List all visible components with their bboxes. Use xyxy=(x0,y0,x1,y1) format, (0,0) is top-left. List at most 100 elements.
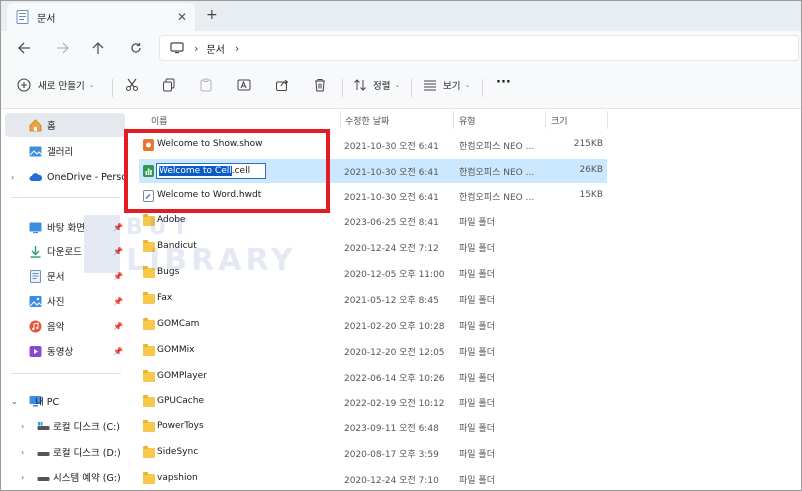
column-divider[interactable] xyxy=(545,111,546,129)
new-tab-button[interactable]: + xyxy=(206,7,218,23)
sidebar-item-label: 시스템 예약 (G:) xyxy=(53,473,121,484)
divider xyxy=(342,79,343,97)
file-name: vapshion xyxy=(157,473,198,483)
sidebar-item-onedrive[interactable]: › OneDrive - Person xyxy=(5,165,125,189)
onedrive-icon xyxy=(29,171,43,184)
sidebar-item-label: 로컬 디스크 (D:) xyxy=(53,448,121,459)
chevron-right-icon[interactable]: › xyxy=(21,422,24,431)
back-button[interactable] xyxy=(15,39,33,57)
chevron-right-icon[interactable]: › xyxy=(11,173,14,182)
pictures-icon xyxy=(29,295,42,308)
rename-input[interactable]: Welcome to Cell .cell xyxy=(156,163,266,179)
chevron-right-icon[interactable]: › xyxy=(21,448,24,457)
folder-row[interactable]: SideSync 2020-08-17 오후 3:59 파일 폴더 xyxy=(139,441,607,465)
file-row-cell[interactable]: Welcome to Cell .cell 2021-10-30 오전 6:41 … xyxy=(139,159,607,183)
column-header-date[interactable]: 수정한 날짜 xyxy=(345,111,389,129)
pin-icon[interactable]: 📌 xyxy=(113,272,123,281)
sidebar-item-this-pc[interactable]: ⌄ 내 PC xyxy=(5,389,125,413)
refresh-button[interactable] xyxy=(127,39,145,57)
file-date: 2022-06-14 오후 10:26 xyxy=(344,374,445,384)
column-divider[interactable] xyxy=(340,111,341,129)
monitor-icon xyxy=(170,42,184,54)
file-type: 파일 폴더 xyxy=(459,218,495,228)
sidebar-item-drive-g[interactable]: › 시스템 예약 (G:) xyxy=(5,465,125,489)
file-row-word[interactable]: Welcome to Word.hwdt 2021-10-30 오전 6:41 … xyxy=(139,184,607,208)
folder-row[interactable]: GPUCache 2022-02-19 오전 10:12 파일 폴더 xyxy=(139,390,607,414)
delete-button[interactable] xyxy=(313,78,327,92)
tab-documents[interactable]: 문서 ✕ xyxy=(7,3,195,31)
chevron-right-icon[interactable]: › xyxy=(21,473,24,482)
copy-button[interactable] xyxy=(162,78,176,92)
sidebar-item-gallery[interactable]: 갤러리 xyxy=(5,139,125,163)
file-date: 2023-06-25 오전 8:41 xyxy=(344,218,439,228)
documents-icon xyxy=(29,269,42,283)
new-button[interactable]: 새로 만들기 ⌄ xyxy=(17,78,95,92)
folder-row[interactable]: GOMMix 2020-12-20 오전 12:05 파일 폴더 xyxy=(139,339,607,363)
divider xyxy=(411,79,412,97)
column-divider[interactable] xyxy=(607,111,608,129)
up-button[interactable] xyxy=(89,39,107,57)
divider xyxy=(112,79,113,97)
share-button[interactable] xyxy=(275,78,289,92)
more-options-icon[interactable]: ··· xyxy=(496,75,511,90)
folder-row[interactable]: Bandicut 2020-12-24 오전 7:12 파일 폴더 xyxy=(139,235,607,259)
file-date: 2022-02-19 오전 10:12 xyxy=(344,399,445,409)
folder-icon xyxy=(143,420,155,434)
folder-row[interactable]: Fax 2021-05-12 오후 8:45 파일 폴더 xyxy=(139,287,607,311)
file-list: 이름 수정한 날짜 유형 크기 Welcome to Show.show 202… xyxy=(135,109,801,490)
folder-row[interactable]: PowerToys 2023-09-11 오전 6:48 파일 폴더 xyxy=(139,415,607,439)
forward-button[interactable] xyxy=(53,39,71,57)
sidebar-item-documents[interactable]: 문서 📌 xyxy=(5,264,125,288)
file-name: Welcome to Show.show xyxy=(157,139,263,149)
file-name: Welcome to Word.hwdt xyxy=(157,190,262,200)
column-header-size[interactable]: 크기 xyxy=(551,111,568,129)
column-header-name[interactable]: 이름 xyxy=(151,111,168,129)
file-type: 한컴오피스 NEO ... xyxy=(459,193,535,203)
desktop-icon xyxy=(29,221,42,234)
pin-icon[interactable]: 📌 xyxy=(113,247,123,256)
new-button-label: 새로 만들기 xyxy=(38,81,85,92)
tab-close-icon[interactable]: ✕ xyxy=(177,10,187,24)
pin-icon[interactable]: 📌 xyxy=(113,347,123,356)
sidebar-item-label: 문서 xyxy=(47,272,65,283)
pin-icon[interactable]: 📌 xyxy=(113,297,123,306)
sidebar-item-home[interactable]: 홈 xyxy=(5,113,125,137)
chevron-right-icon[interactable]: › xyxy=(235,42,239,55)
rename-button[interactable] xyxy=(237,78,251,92)
sidebar-item-drive-d[interactable]: › 로컬 디스크 (D:) xyxy=(5,440,125,464)
folder-row[interactable]: Bugs 2020-12-05 오후 11:00 파일 폴더 xyxy=(139,261,607,285)
sidebar-item-downloads[interactable]: 다운로드 📌 xyxy=(5,239,125,263)
pin-icon[interactable]: 📌 xyxy=(113,322,123,331)
sidebar-item-videos[interactable]: 동영상 📌 xyxy=(5,339,125,363)
column-divider[interactable] xyxy=(453,111,454,129)
column-header-type[interactable]: 유형 xyxy=(459,111,476,129)
folder-row[interactable]: Adobe 2023-06-25 오전 8:41 파일 폴더 xyxy=(139,209,607,233)
sidebar-item-label: 음악 xyxy=(47,322,65,333)
sidebar-item-label: 사진 xyxy=(47,297,65,308)
address-bar[interactable]: › 문서 › xyxy=(159,35,799,61)
view-button[interactable]: 보기 ⌄ xyxy=(423,78,470,92)
file-row-show[interactable]: Welcome to Show.show 2021-10-30 오전 6:41 … xyxy=(139,133,607,157)
file-type: 파일 폴더 xyxy=(459,348,495,358)
chevron-down-icon[interactable]: ⌄ xyxy=(11,397,18,406)
file-name: Bandicut xyxy=(157,241,197,251)
command-bar: 새로 만들기 ⌄ 정렬 ⌄ 보기 ⌄ ··· xyxy=(1,65,801,109)
breadcrumb-documents[interactable]: 문서 xyxy=(206,41,224,56)
sidebar-item-label: 홈 xyxy=(47,121,56,132)
sort-button[interactable]: 정렬 ⌄ xyxy=(353,78,400,92)
hancom-word-file-icon xyxy=(143,190,154,202)
cut-button[interactable] xyxy=(125,78,139,92)
sidebar-item-desktop[interactable]: 바탕 화면 📌 xyxy=(5,215,125,239)
folder-row[interactable]: GOMCam 2021-02-20 오후 10:28 파일 폴더 xyxy=(139,313,607,337)
paste-button[interactable] xyxy=(199,78,213,92)
pin-icon[interactable]: 📌 xyxy=(113,223,123,232)
folder-row[interactable]: GOMPlayer 2022-06-14 오후 10:26 파일 폴더 xyxy=(139,365,607,389)
sidebar-item-music[interactable]: 음악 📌 xyxy=(5,314,125,338)
sidebar-item-pictures[interactable]: 사진 📌 xyxy=(5,289,125,313)
folder-icon xyxy=(143,318,155,332)
file-type: 파일 폴더 xyxy=(459,322,495,332)
sidebar-item-drive-c[interactable]: › 로컬 디스크 (C:) xyxy=(5,414,125,438)
folder-row[interactable]: vapshion 2020-12-24 오전 7:10 파일 폴더 xyxy=(139,467,607,490)
file-name: GOMMix xyxy=(157,345,195,355)
file-type: 한컴오피스 NEO ... xyxy=(459,142,535,152)
